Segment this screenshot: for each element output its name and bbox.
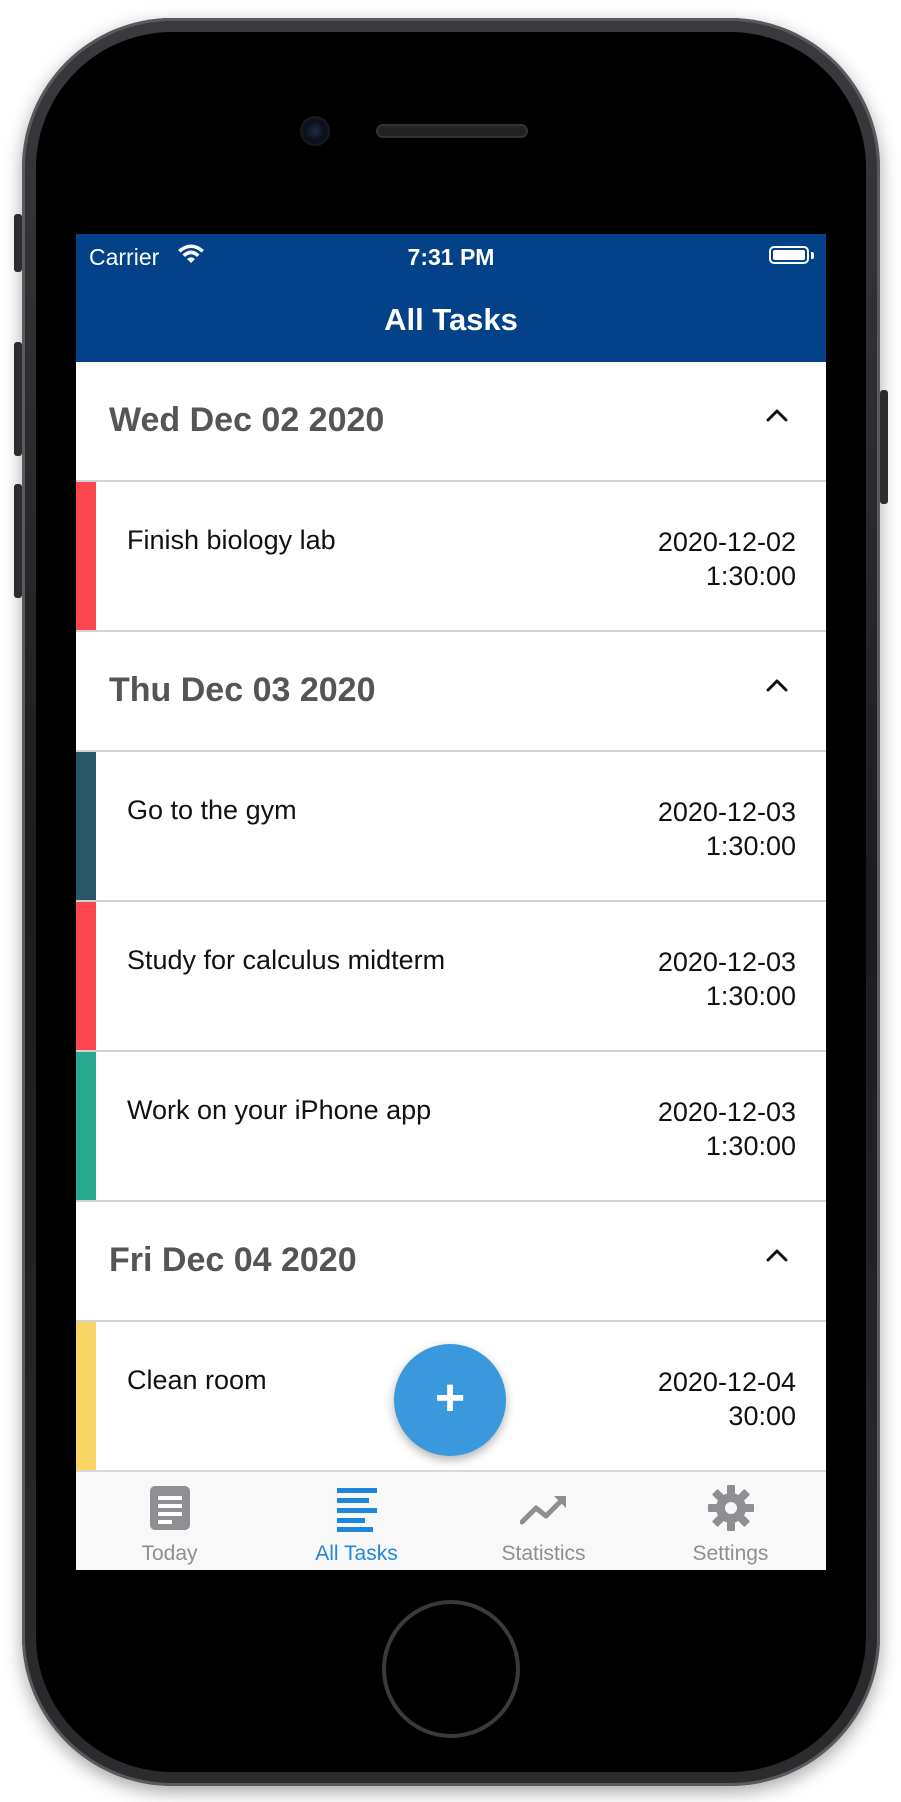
section-title: Thu Dec 03 2020: [109, 671, 376, 709]
volume-down-button: [14, 484, 22, 598]
add-task-button[interactable]: +: [394, 1344, 506, 1456]
task-date: 2020-12-02: [657, 527, 796, 557]
tab-statistics[interactable]: Statistics: [450, 1472, 637, 1570]
task-color-bar: [76, 1322, 96, 1470]
task-duration: 1:30:00: [705, 981, 796, 1011]
section-title: Fri Dec 04 2020: [109, 1241, 357, 1279]
tab-settings[interactable]: Settings: [637, 1472, 824, 1570]
task-row[interactable]: Work on your iPhone app 2020-12-03 1:30:00: [76, 1052, 826, 1202]
gear-icon: [708, 1485, 754, 1531]
tab-all-tasks[interactable]: All Tasks: [263, 1472, 450, 1570]
task-row[interactable]: Finish biology lab 2020-12-02 1:30:00: [76, 482, 826, 632]
tab-bar: Today All Tasks Statistics Settings: [76, 1470, 826, 1570]
task-duration: 30:00: [728, 1401, 796, 1431]
task-color-bar: [76, 482, 96, 630]
task-title: Go to the gym: [127, 795, 297, 825]
trend-icon: [520, 1496, 566, 1525]
tab-today[interactable]: Today: [76, 1472, 263, 1570]
app-screen: Carrier 7:31 PM All Tasks Wed Dec 02 202…: [76, 234, 826, 1570]
task-title: Work on your iPhone app: [127, 1095, 432, 1125]
task-time: 2020-12-03 1:30:00: [658, 1095, 796, 1163]
tab-all-tasks-label: All Tasks: [315, 1542, 398, 1565]
task-date: 2020-12-03: [657, 947, 796, 977]
task-title: Finish biology lab: [127, 525, 336, 555]
battery-tip: [811, 252, 814, 259]
mute-switch: [14, 214, 22, 272]
task-time: 2020-12-03 1:30:00: [658, 945, 796, 1013]
task-date: 2020-12-04: [657, 1367, 796, 1397]
battery-icon: [769, 246, 809, 264]
navigation-bar: Carrier 7:31 PM All Tasks: [76, 234, 826, 362]
section-title: Wed Dec 02 2020: [109, 401, 385, 439]
tab-settings-label: Settings: [692, 1542, 769, 1565]
task-color-bar: [76, 1052, 96, 1200]
page-title: All Tasks: [384, 302, 518, 337]
home-button[interactable]: [386, 1604, 516, 1734]
section-header[interactable]: Fri Dec 04 2020: [76, 1202, 826, 1322]
task-date: 2020-12-03: [657, 797, 796, 827]
section-header[interactable]: Wed Dec 02 2020: [76, 362, 826, 482]
task-time: 2020-12-03 1:30:00: [658, 795, 796, 863]
task-color-bar: [76, 752, 96, 900]
power-button: [880, 390, 888, 504]
task-row[interactable]: Go to the gym 2020-12-03 1:30:00: [76, 752, 826, 902]
chevron-up-icon[interactable]: [766, 678, 788, 692]
task-duration: 1:30:00: [705, 831, 796, 861]
list-icon: [337, 1488, 377, 1532]
tab-today-label: Today: [141, 1542, 198, 1565]
task-time: 2020-12-02 1:30:00: [658, 525, 796, 593]
task-color-bar: [76, 902, 96, 1050]
section-header[interactable]: Thu Dec 03 2020: [76, 632, 826, 752]
task-duration: 1:30:00: [705, 1131, 796, 1161]
task-date: 2020-12-03: [657, 1097, 796, 1127]
earpiece-speaker: [376, 124, 528, 138]
task-title: Clean room: [127, 1365, 267, 1395]
front-camera: [302, 118, 328, 144]
document-icon: [150, 1486, 190, 1530]
task-time: 2020-12-04 30:00: [658, 1365, 796, 1433]
task-title: Study for calculus midterm: [127, 945, 446, 975]
task-row[interactable]: Study for calculus midterm 2020-12-03 1:30…: [76, 902, 826, 1052]
task-duration: 1:30:00: [705, 561, 796, 591]
status-time: 7:31 PM: [407, 244, 495, 270]
tab-statistics-label: Statistics: [501, 1542, 586, 1565]
volume-up-button: [14, 342, 22, 456]
chevron-up-icon[interactable]: [766, 1248, 788, 1262]
chevron-up-icon[interactable]: [766, 408, 788, 422]
task-list: Wed Dec 02 2020 Finish biology lab 2020-12…: [76, 362, 826, 1472]
